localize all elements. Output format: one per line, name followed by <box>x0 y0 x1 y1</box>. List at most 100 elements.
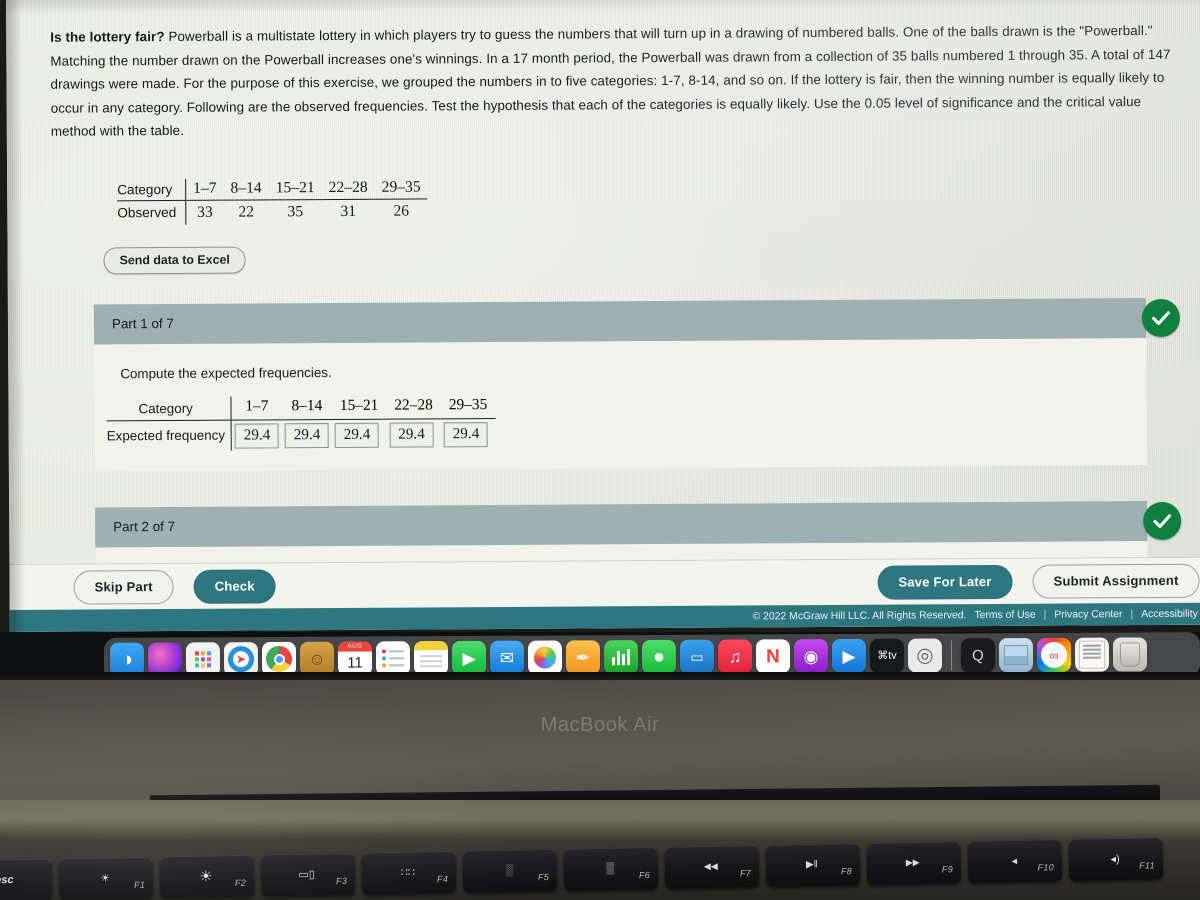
footer-separator-1: | <box>1043 609 1047 621</box>
observed-value-3: 31 <box>340 202 357 220</box>
messages-icon[interactable]: ● <box>641 639 677 675</box>
macbook-air-label: MacBook Air <box>540 714 660 736</box>
zoom-icon[interactable]: ▶ <box>831 638 867 674</box>
save-for-later-button[interactable]: Save For Later <box>877 564 1013 600</box>
podcasts-icon-glyph: ◉ <box>803 646 819 666</box>
action-bar: Skip Part Check Save For Later Submit As… <box>9 556 1200 610</box>
expected-input-cell-3: 29.4 <box>386 419 441 450</box>
mail-icon[interactable]: ✉ <box>489 640 525 675</box>
mail-icon-glyph: ✉ <box>499 648 515 668</box>
observed-value-4: 26 <box>393 202 410 220</box>
expected-category-2: 15–21 <box>331 395 387 420</box>
expected-frequency-input-0[interactable]: 29.4 <box>234 423 280 449</box>
laptop-body-top <box>0 680 1200 802</box>
check-button[interactable]: Check <box>193 568 276 604</box>
expected-frequency-input-4[interactable]: 29.4 <box>443 422 489 448</box>
table-row: Category 1–7 8–14 15–21 22–28 29–35 <box>106 394 496 421</box>
photos-icon[interactable] <box>527 640 563 675</box>
pages-icon[interactable]: ✒ <box>565 640 601 675</box>
keynote-icon-glyph: ▭ <box>690 648 704 665</box>
key-esc[interactable]: esc <box>0 858 53 900</box>
observed-category-2: 15–21 <box>268 178 322 200</box>
terms-of-use-link[interactable]: Terms of Use <box>974 609 1035 620</box>
right-action-group: Save For Later Submit Assignment <box>877 563 1200 600</box>
calendar-icon[interactable]: AUG 11 <box>337 641 373 676</box>
observed-category-4: 29–35 <box>374 177 428 200</box>
quicktime-icon[interactable]: Q <box>960 638 996 673</box>
document-thumbnail <box>1078 640 1106 669</box>
key-f3[interactable]: ▭▯ F3 <box>260 852 356 897</box>
appletv-icon[interactable]: ⌘tv <box>869 638 905 673</box>
news-icon[interactable]: N <box>755 639 791 674</box>
table-row: Category 1–7 8–14 15–21 22–28 29–35 <box>117 177 428 201</box>
calendar-month: AUG <box>337 641 372 652</box>
part-1-panel: Part 1 of 7 Compute the expected frequen… <box>93 298 1181 472</box>
creative-cloud-icon[interactable]: ∞ <box>1036 637 1072 672</box>
observed-value-2: 35 <box>287 203 304 221</box>
skip-part-button[interactable]: Skip Part <box>73 569 174 605</box>
photograph-of-laptop: Is the lottery fair? Powerball is a mult… <box>0 0 1200 900</box>
key-fn-label: F6 <box>638 870 651 881</box>
esc-label: esc <box>0 874 14 887</box>
notes-lines <box>419 655 443 668</box>
trash-icon[interactable] <box>1112 637 1148 672</box>
key-f2[interactable]: ☀ F2 <box>159 854 255 899</box>
facetime-icon[interactable]: ▶ <box>451 640 487 676</box>
mission-control-icon: ▭▯ <box>298 868 315 882</box>
key-fn-label: F8 <box>840 866 853 877</box>
send-data-to-excel-button[interactable]: Send data to Excel <box>103 246 246 275</box>
part-2-status-badge <box>1143 501 1182 541</box>
key-f7[interactable]: ◀◀ F7 <box>664 844 760 889</box>
keynote-icon[interactable]: ▭ <box>679 639 715 674</box>
chrome-ring <box>265 645 293 673</box>
expected-category-4: 29–35 <box>440 394 496 419</box>
observed-value-1: 22 <box>238 203 255 221</box>
expected-input-cell-1: 29.4 <box>282 419 332 450</box>
music-icon-glyph: ♫ <box>728 647 742 667</box>
key-fn-label: F11 <box>1139 860 1156 871</box>
contacts-icon-glyph: ☺ <box>308 649 326 669</box>
facetime-icon-glyph: ▶ <box>462 648 476 668</box>
part-2-header: Part 2 of 7 <box>95 501 1182 548</box>
key-f10[interactable]: ◂ F10 <box>967 839 1063 883</box>
accessibility-link[interactable]: Accessibility <box>1141 608 1198 619</box>
launchpad-grid <box>194 651 212 668</box>
key-f9[interactable]: ▶▶ F9 <box>866 841 962 885</box>
key-f8[interactable]: ▶‖ F8 <box>765 843 861 887</box>
key-f6[interactable]: ▒ F6 <box>563 846 659 891</box>
notes-icon[interactable] <box>413 641 449 676</box>
expected-row-label-frequency: Expected frequency <box>106 428 226 444</box>
numbers-bars <box>612 649 631 666</box>
music-icon[interactable]: ♫ <box>717 639 753 674</box>
rewind-icon: ◀◀ <box>703 861 718 872</box>
trash-can <box>1119 642 1141 667</box>
copyright-text: © 2022 McGraw Hill LLC. All Rights Reser… <box>752 609 967 622</box>
safari-compass: ➤ <box>227 646 255 673</box>
document-icon[interactable] <box>1074 637 1110 672</box>
contacts-icon[interactable]: ☺ <box>299 641 335 676</box>
preview-icon[interactable] <box>998 638 1034 673</box>
key-fn-label: F1 <box>133 879 146 890</box>
mcgraw-hill-assignment-page: Is the lottery fair? Powerball is a mult… <box>6 0 1200 624</box>
privacy-center-link[interactable]: Privacy Center <box>1054 609 1122 620</box>
key-f1[interactable]: ☀ F1 <box>58 856 154 900</box>
volume-down-icon: ◂) <box>1110 853 1120 866</box>
expected-frequency-input-2[interactable]: 29.4 <box>334 422 380 448</box>
key-f4[interactable]: ∷∷ F4 <box>361 850 457 895</box>
key-f5[interactable]: ░ F5 <box>462 848 558 893</box>
app-store-icon[interactable]: ◎ <box>907 638 943 673</box>
key-fn-label: F4 <box>436 873 449 885</box>
numbers-icon[interactable] <box>603 640 639 675</box>
fast-forward-icon: ▶▶ <box>905 857 920 868</box>
key-f11[interactable]: ◂) F11 <box>1068 837 1164 882</box>
observed-row-label-category: Category <box>117 178 186 201</box>
brightness-down-icon: ☀ <box>100 872 111 885</box>
expected-frequency-input-3[interactable]: 29.4 <box>389 422 434 448</box>
expected-frequency-input-1[interactable]: 29.4 <box>284 423 330 449</box>
submit-assignment-button[interactable]: Submit Assignment <box>1032 563 1200 599</box>
observed-category-3: 22–28 <box>321 177 375 200</box>
chrome-icon[interactable] <box>261 641 297 677</box>
podcasts-icon[interactable]: ◉ <box>793 639 829 674</box>
reminders-lines <box>381 648 405 668</box>
reminders-icon[interactable] <box>375 641 411 676</box>
